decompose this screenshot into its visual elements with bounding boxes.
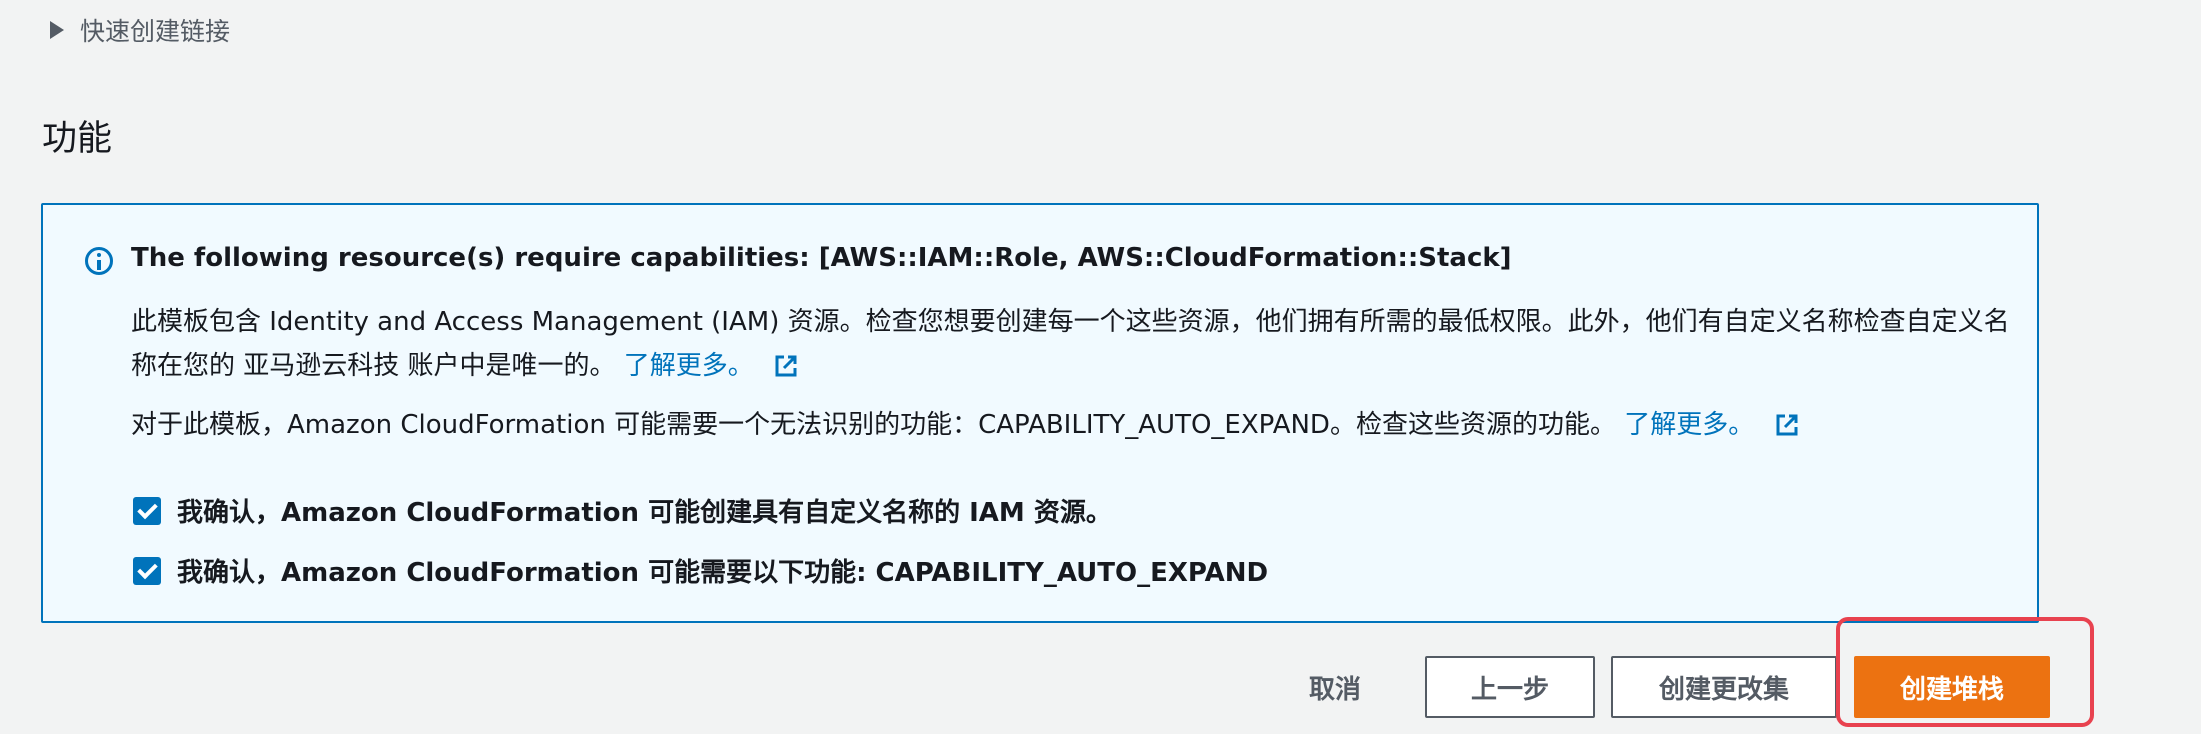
acknowledge-iam-label: 我确认，Amazon CloudFormation 可能创建具有自定义名称的 I… — [177, 498, 1112, 528]
create-stack-button[interactable]: 创建堆栈 — [1854, 656, 2050, 718]
cancel-button[interactable]: 取消 — [1290, 656, 1380, 718]
iam-description: 此模板包含 Identity and Access Management (IA… — [131, 300, 2011, 388]
caret-right-icon — [50, 21, 64, 39]
previous-button[interactable]: 上一步 — [1425, 656, 1595, 718]
external-link-icon — [775, 355, 797, 377]
acknowledge-auto-expand-checkbox[interactable] — [133, 556, 161, 585]
iam-description-text: 此模板包含 Identity and Access Management (IA… — [131, 307, 2010, 381]
learn-more-link-label: 了解更多。 — [1624, 410, 1755, 440]
auto-expand-description-text: 对于此模板，Amazon CloudFormation 可能需要一个无法识别的功… — [131, 410, 1616, 440]
learn-more-link-auto-expand[interactable]: 了解更多。 — [1624, 410, 1798, 440]
create-changeset-button[interactable]: 创建更改集 — [1611, 656, 1837, 718]
external-link-icon — [1776, 414, 1797, 436]
info-heading: The following resource(s) require capabi… — [131, 243, 1512, 273]
info-icon — [85, 247, 113, 275]
quick-create-link-expander[interactable]: 快速创建链接 — [50, 12, 230, 48]
acknowledge-auto-expand-row[interactable]: 我确认，Amazon CloudFormation 可能需要以下功能: CAPA… — [133, 552, 1268, 589]
acknowledge-auto-expand-label: 我确认，Amazon CloudFormation 可能需要以下功能: CAPA… — [177, 558, 1269, 588]
acknowledge-iam-row[interactable]: 我确认，Amazon CloudFormation 可能创建具有自定义名称的 I… — [133, 492, 1112, 529]
learn-more-link-iam[interactable]: 了解更多。 — [624, 351, 798, 381]
acknowledge-iam-checkbox[interactable] — [133, 496, 161, 525]
capabilities-info-box: The following resource(s) require capabi… — [41, 203, 2039, 623]
section-title: 功能 — [42, 119, 113, 159]
quick-create-link-label: 快速创建链接 — [80, 17, 231, 46]
learn-more-link-label: 了解更多。 — [623, 351, 754, 381]
auto-expand-description: 对于此模板，Amazon CloudFormation 可能需要一个无法识别的功… — [131, 403, 2011, 447]
